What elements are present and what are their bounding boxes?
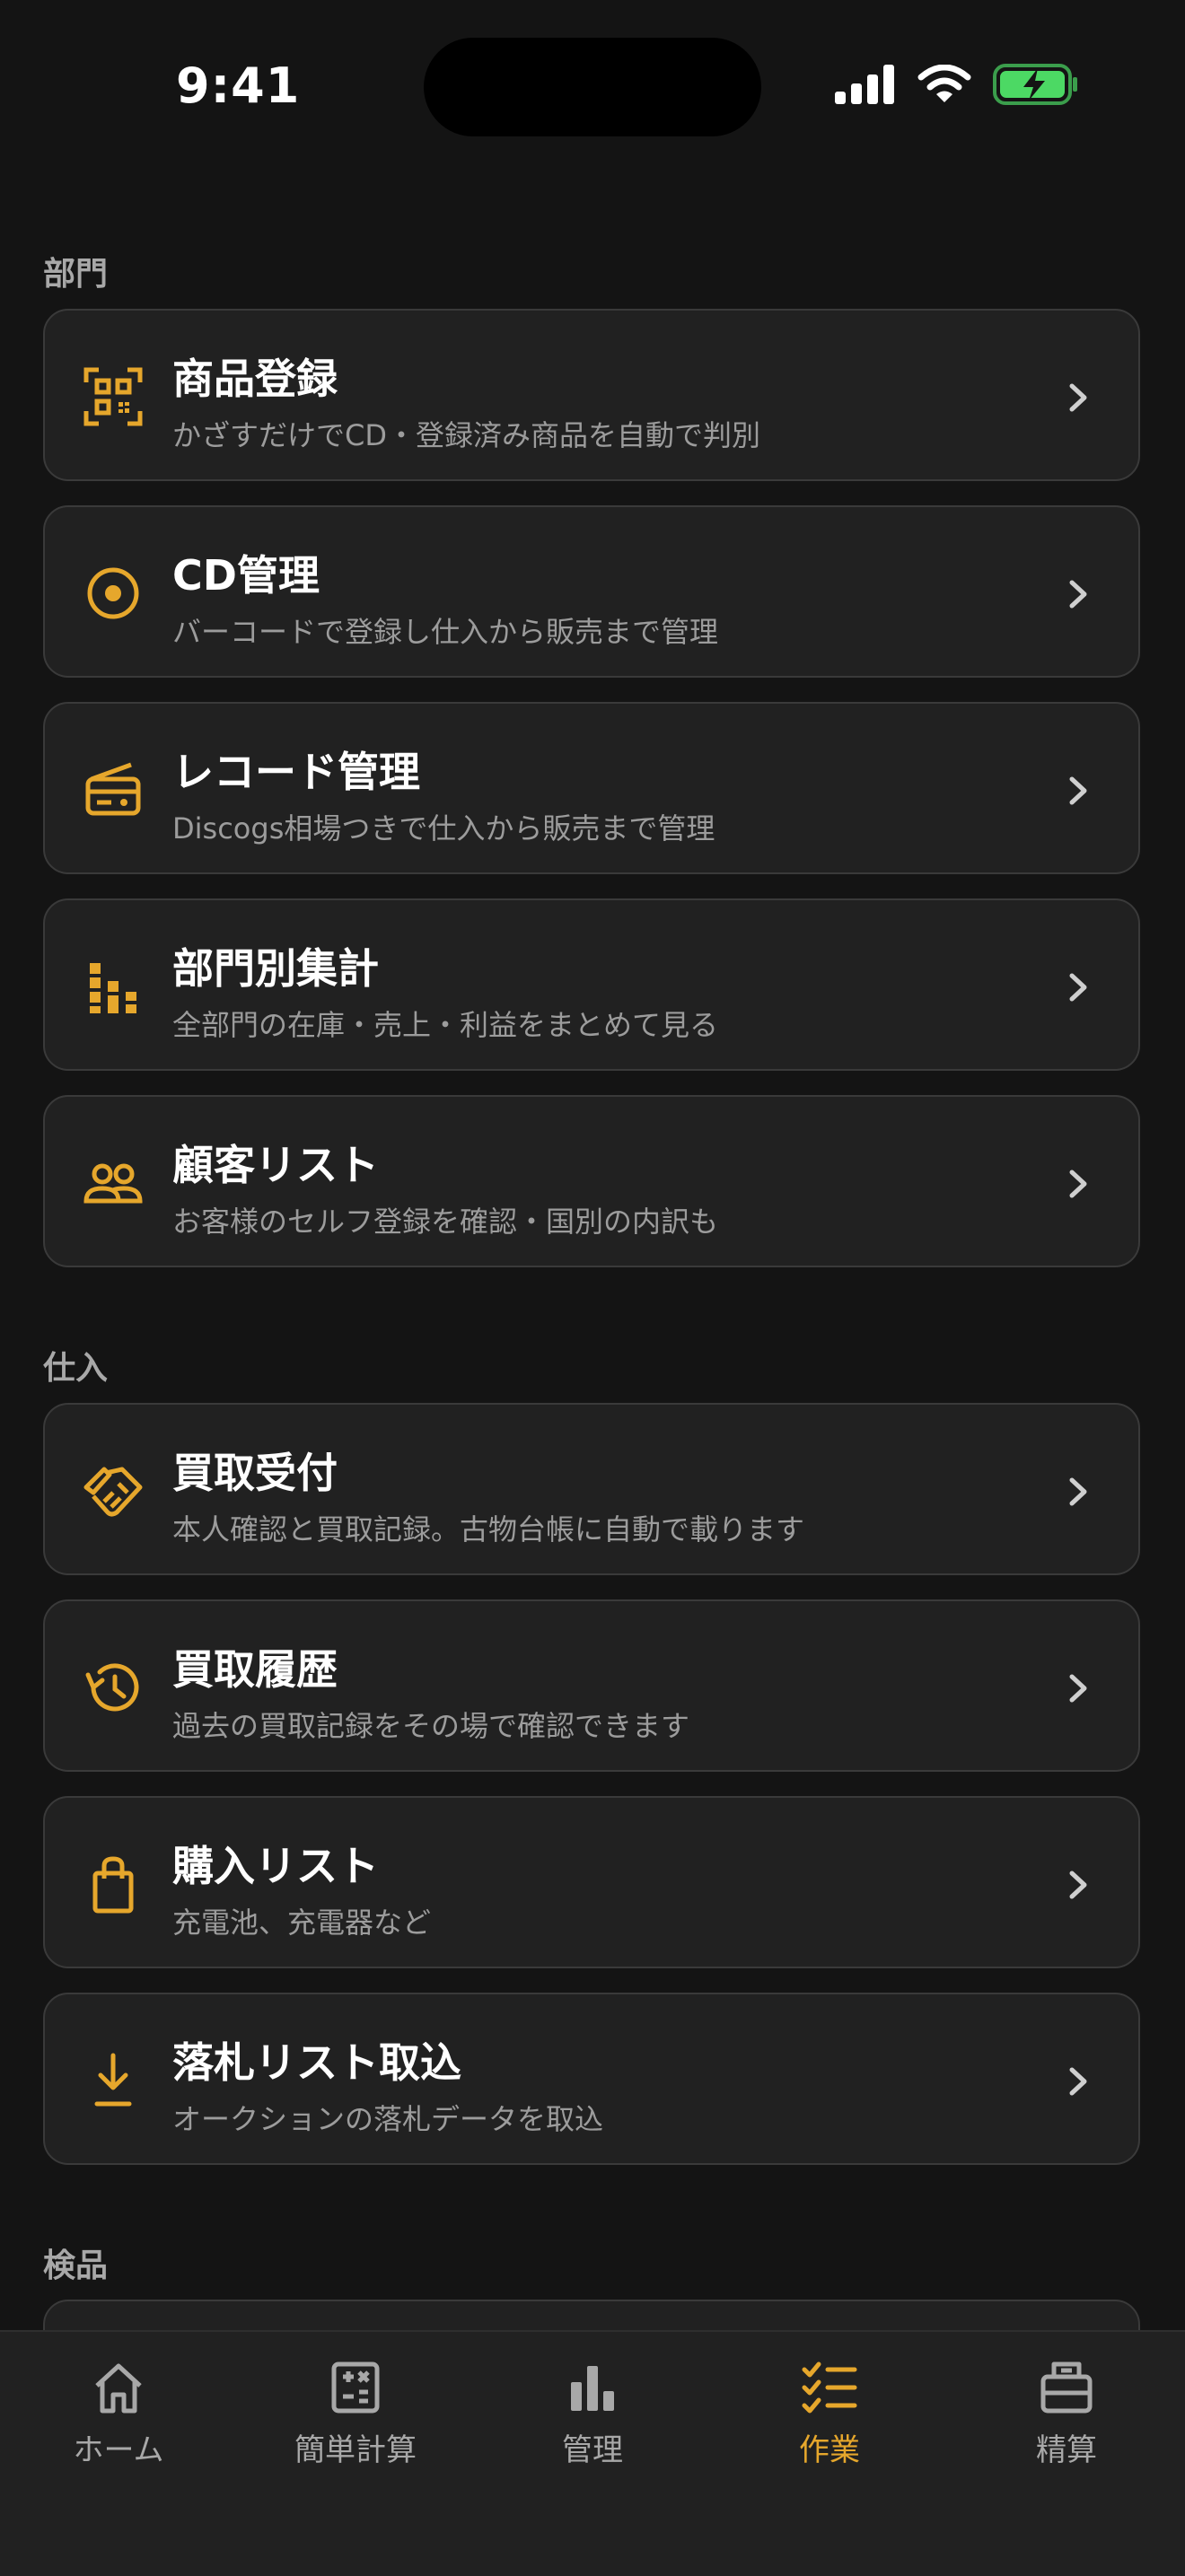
menu-item-auction-import[interactable]: 落札リスト取込 オークションの落札データを取込 (43, 1993, 1140, 2165)
menu-item-cd-management[interactable]: CD管理 バーコードで登録し仕入から販売まで管理 (43, 505, 1140, 678)
menu-item-subtitle: かざすだけでCD・登録済み商品を自動で判別 (172, 418, 760, 452)
menu-item-subtitle: 本人確認と買取記録。古物台帳に自動で載ります (172, 1512, 805, 1546)
menu-item-title: レコード管理 (172, 748, 420, 796)
tab-label: 精算 (1036, 2432, 1097, 2468)
menu-item-title: 商品登録 (172, 355, 338, 403)
disc-icon (87, 567, 139, 619)
tab-work[interactable]: 作業 (711, 2332, 948, 2493)
section-title-department: 部門 (43, 256, 109, 293)
download-icon (94, 2053, 132, 2107)
menu-item-title: 買取受付 (172, 1449, 338, 1497)
menu-item-title: 買取履歴 (172, 1645, 338, 1694)
section-title-inspection: 検品 (43, 2247, 109, 2284)
tab-label: 管理 (562, 2432, 623, 2468)
menu-item-subtitle: 全部門の在庫・売上・利益をまとめて見る (172, 1008, 719, 1042)
menu-item-title: 購入リスト (172, 1842, 379, 1890)
checklist-icon (802, 2361, 857, 2414)
tab-settlement[interactable]: 精算 (948, 2332, 1185, 2493)
menu-item-subtitle: 過去の買取記録をその場で確認できます (172, 1709, 690, 1743)
menu-item-record-management[interactable]: レコード管理 Discogs相場つきで仕入から販売まで管理 (43, 702, 1140, 874)
radio-icon (85, 762, 141, 816)
menu-item-subtitle: オークションの落札データを取込 (172, 2102, 604, 2136)
menu-item-buyback-reception[interactable]: 買取受付 本人確認と買取記録。古物台帳に自動で載ります (43, 1403, 1140, 1575)
chevron-right-icon (1069, 1871, 1087, 1899)
handshake-icon (83, 1467, 143, 1517)
work-menu-list[interactable]: 部門 商品登録 かざすだけでCD・登録済み商品を自動で判別 CD管理 バーコード… (0, 0, 1185, 2330)
history-icon (85, 1663, 139, 1712)
chevron-right-icon (1069, 1170, 1087, 1198)
menu-item-subtitle: Discogs相場つきで仕入から販売まで管理 (172, 811, 715, 846)
tab-management[interactable]: 管理 (474, 2332, 711, 2493)
chevron-right-icon (1069, 973, 1087, 1002)
tab-home[interactable]: ホーム (0, 2332, 237, 2493)
shopping-bag-icon (92, 1856, 134, 1914)
bar-stats-icon (90, 963, 136, 1013)
menu-item-subtitle: バーコードで登録し仕入から販売まで管理 (172, 615, 719, 649)
menu-item-customer-list[interactable]: 顧客リスト お客様のセルフ登録を確認・国別の内訳も (43, 1095, 1140, 1267)
menu-item-partial[interactable] (43, 2300, 1140, 2330)
chevron-right-icon (1069, 1674, 1087, 1703)
section-title-purchasing: 仕入 (43, 1350, 109, 1387)
register-icon (1040, 2361, 1093, 2414)
menu-item-buyback-history[interactable]: 買取履歴 過去の買取記録をその場で確認できます (43, 1599, 1140, 1772)
tab-label: ホーム (73, 2432, 164, 2468)
menu-item-subtitle: お客様のセルフ登録を確認・国別の内訳も (172, 1205, 719, 1239)
chart-icon (571, 2366, 614, 2411)
tab-calculator[interactable]: 簡単計算 (237, 2332, 474, 2493)
menu-item-subtitle: 充電池、充電器など (172, 1906, 432, 1940)
menu-item-title: CD管理 (172, 551, 320, 600)
menu-item-department-summary[interactable]: 部門別集計 全部門の在庫・売上・利益をまとめて見る (43, 898, 1140, 1071)
calculator-icon (331, 2361, 380, 2414)
tab-label: 簡単計算 (294, 2432, 417, 2468)
chevron-right-icon (1069, 2067, 1087, 2096)
menu-item-title: 落札リスト取込 (172, 2038, 461, 2087)
menu-item-purchase-list[interactable]: 購入リスト 充電池、充電器など (43, 1796, 1140, 1968)
people-icon (83, 1163, 143, 1204)
chevron-right-icon (1069, 383, 1087, 412)
tab-bar: ホーム 簡単計算 管理 作業 精算 (0, 2330, 1185, 2576)
tab-label: 作業 (799, 2432, 860, 2468)
qr-code-icon (83, 367, 143, 426)
home-icon (95, 2363, 142, 2414)
menu-item-title: 部門別集計 (172, 944, 379, 993)
chevron-right-icon (1069, 776, 1087, 805)
menu-item-title: 顧客リスト (172, 1141, 379, 1189)
chevron-right-icon (1069, 1477, 1087, 1506)
chevron-right-icon (1069, 580, 1087, 609)
menu-item-product-registration[interactable]: 商品登録 かざすだけでCD・登録済み商品を自動で判別 (43, 309, 1140, 481)
